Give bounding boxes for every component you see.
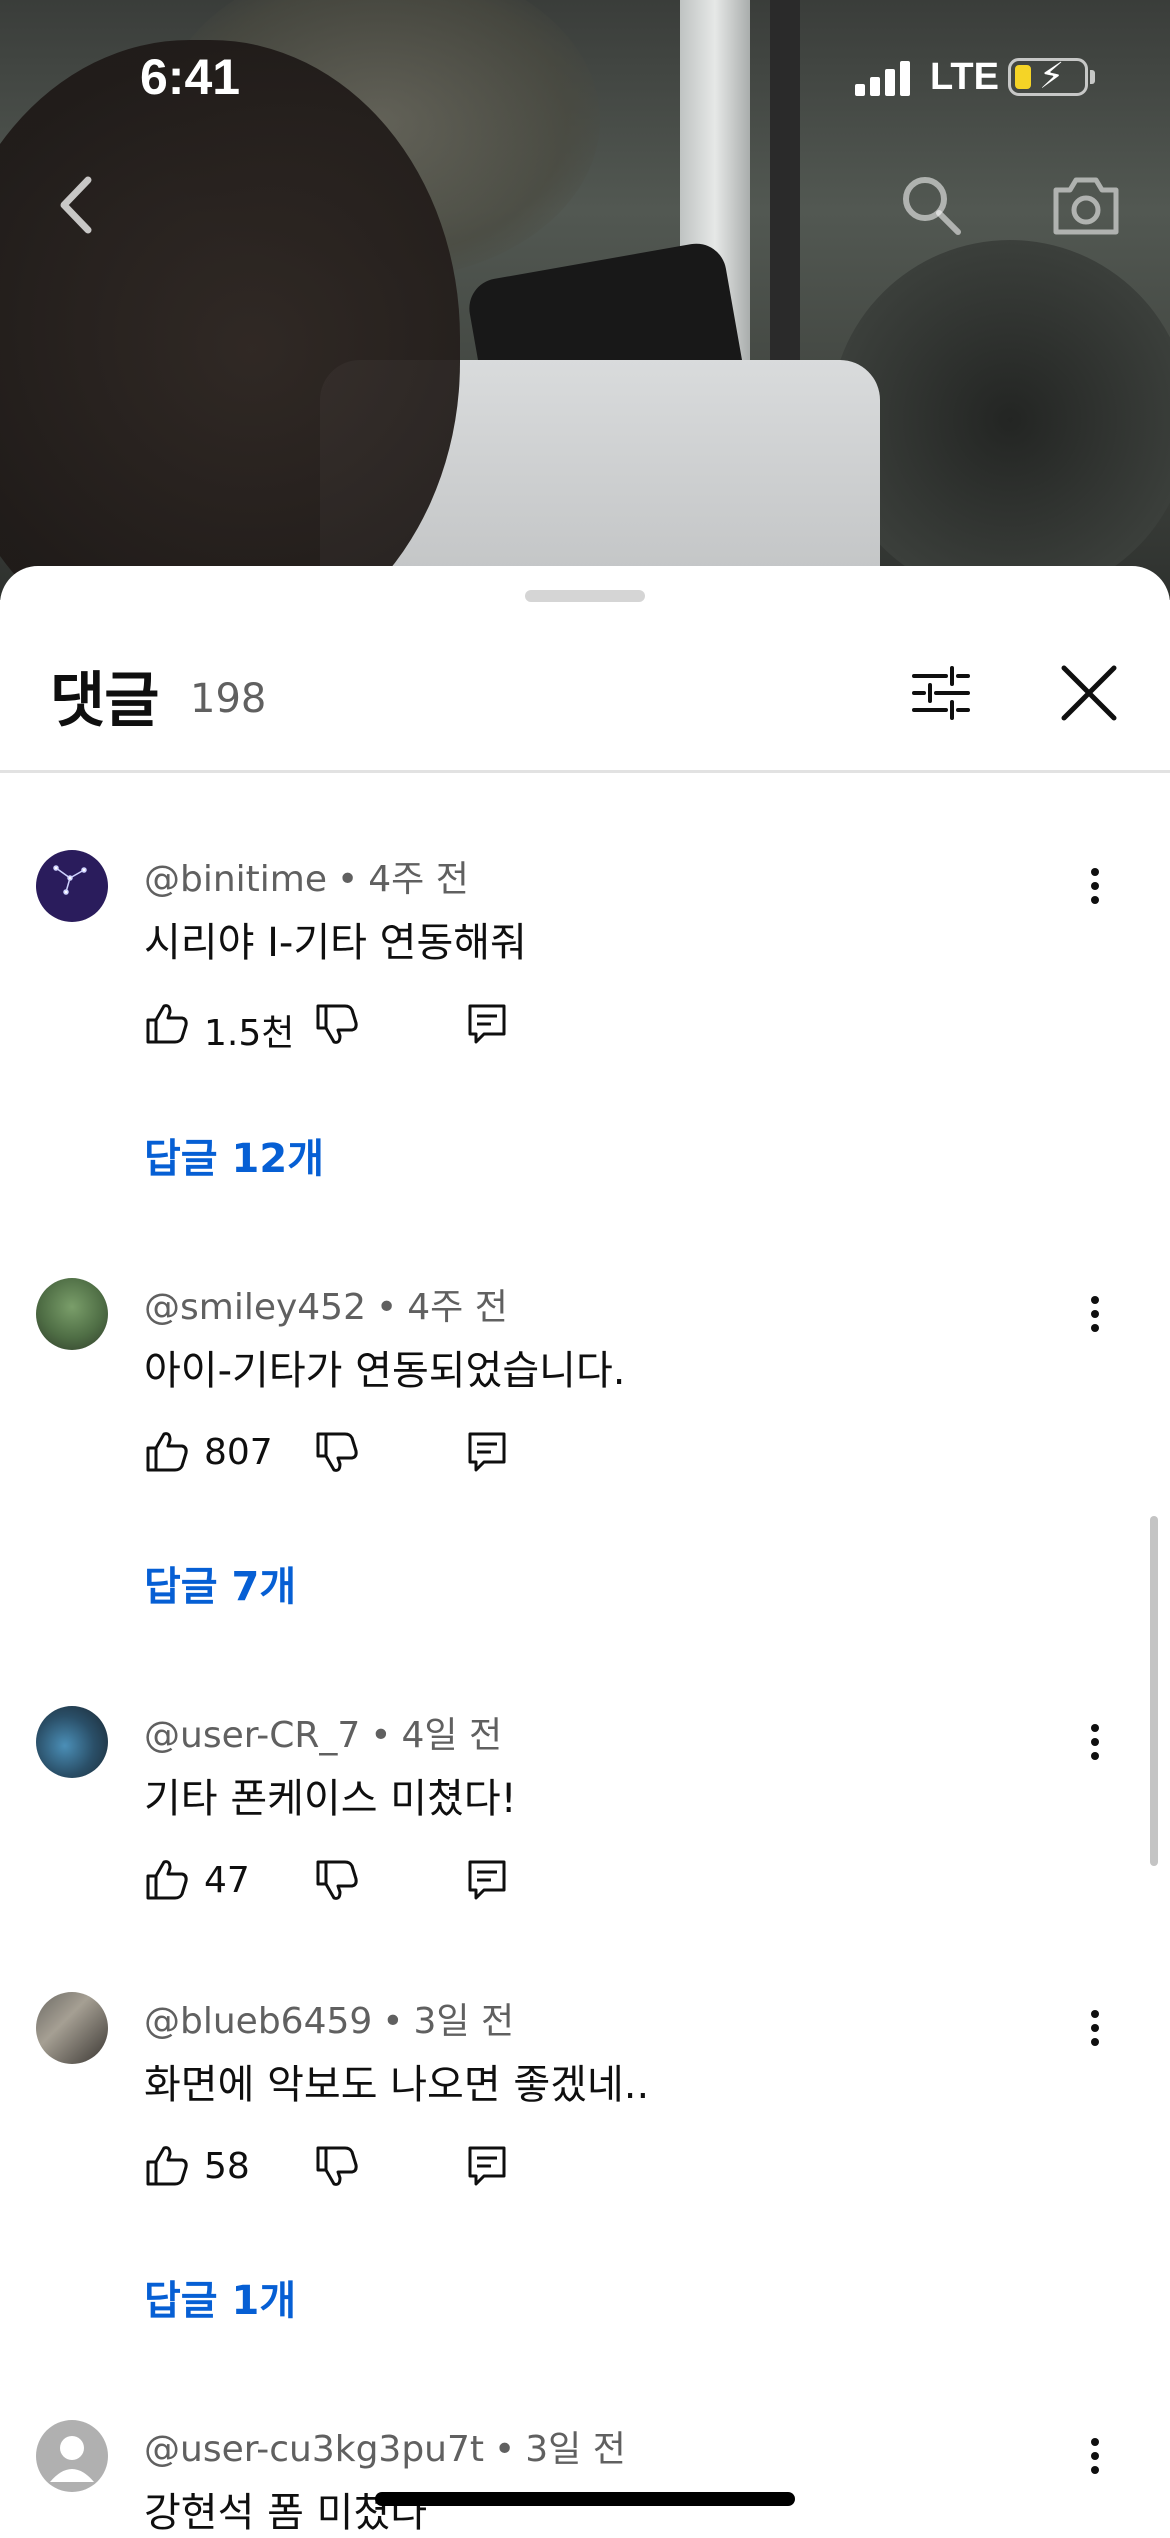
- avatar[interactable]: [36, 850, 108, 922]
- comment-time: 4주 전: [407, 1287, 508, 1328]
- comment-author[interactable]: @user-CR_7: [144, 1715, 360, 1756]
- close-icon: [1061, 665, 1117, 721]
- search-button[interactable]: [898, 172, 964, 238]
- comment-text: 시리야 I-기타 연동해줘: [144, 920, 527, 966]
- comment-meta: @blueb6459 • 3일 전: [144, 2001, 515, 2042]
- comment-text: 강현석 폼 미쳤다: [144, 2490, 428, 2536]
- comment-time: 4주 전: [368, 859, 469, 900]
- comment-actions: 1.5천: [144, 1000, 744, 1060]
- back-button[interactable]: [50, 170, 110, 240]
- comment-author[interactable]: @blueb6459: [144, 2001, 372, 2042]
- view-replies-link[interactable]: 답글 7개: [144, 1554, 296, 1612]
- comment-author[interactable]: @smiley452: [144, 1287, 366, 1328]
- reply-icon[interactable]: [464, 1856, 510, 1902]
- comment-actions: 58: [144, 2142, 744, 2202]
- avatar[interactable]: [36, 1992, 108, 2064]
- like-count: 47: [204, 1860, 250, 1901]
- network-label: LTE: [930, 56, 999, 98]
- battery-icon: ⚡: [1008, 57, 1088, 97]
- thumbs-down-icon[interactable]: [314, 2144, 360, 2190]
- thumbs-down-icon[interactable]: [314, 1430, 360, 1476]
- comment-meta: @user-cu3kg3pu7t • 3일 전: [144, 2429, 626, 2470]
- video-frame-detail: [830, 240, 1170, 600]
- thumbs-down-icon[interactable]: [314, 1858, 360, 1904]
- avatar[interactable]: [36, 1706, 108, 1778]
- search-icon: [903, 177, 961, 235]
- avatar[interactable]: [36, 1278, 108, 1350]
- thumbs-up-icon[interactable]: [144, 2142, 190, 2188]
- status-time: 6:41: [140, 49, 241, 105]
- constellation-icon: [53, 865, 87, 895]
- status-bar: 6:41 LTE ⚡: [0, 0, 1170, 150]
- like-count: 1.5천: [204, 1013, 295, 1054]
- default-user-icon: [50, 2436, 94, 2482]
- more-button[interactable]: [1080, 862, 1110, 922]
- signal-icon: [855, 60, 911, 96]
- comment-time: 3일 전: [525, 2429, 626, 2470]
- comment-time: 4일 전: [401, 1715, 503, 1756]
- home-indicator[interactable]: [375, 2492, 795, 2506]
- like-count: 58: [204, 2146, 250, 2187]
- camera-icon: [1053, 177, 1119, 235]
- filter-button[interactable]: [906, 658, 976, 728]
- thumbs-up-icon[interactable]: [144, 1428, 190, 1474]
- more-button[interactable]: [1080, 1290, 1110, 1350]
- comment-actions: 47: [144, 1856, 744, 1916]
- sheet-drag-handle[interactable]: [525, 590, 645, 602]
- comment-text: 화면에 악보도 나오면 좋겠네..: [144, 2062, 650, 2108]
- more-button[interactable]: [1080, 2004, 1110, 2064]
- comment-meta: @binitime • 4주 전: [144, 859, 469, 900]
- view-replies-link[interactable]: 답글 1개: [144, 2268, 296, 2326]
- sliders-icon: [912, 666, 970, 720]
- more-button[interactable]: [1080, 1718, 1110, 1778]
- comment-author[interactable]: @user-cu3kg3pu7t: [144, 2429, 484, 2470]
- scrollbar[interactable]: [1150, 1516, 1158, 1866]
- comment-text: 아이-기타가 연동되었습니다.: [144, 1348, 626, 1394]
- thumbs-down-icon[interactable]: [314, 1002, 360, 1048]
- reply-icon[interactable]: [464, 1428, 510, 1474]
- comment-text: 기타 폰케이스 미쳤다!: [144, 1776, 517, 1822]
- battery-tip: [1090, 70, 1095, 84]
- avatar[interactable]: [36, 2420, 108, 2492]
- comment-meta: @user-CR_7 • 4일 전: [144, 1715, 503, 1756]
- chevron-left-icon: [60, 176, 92, 234]
- thumbs-up-icon[interactable]: [144, 1000, 190, 1046]
- camera-button[interactable]: [1050, 172, 1122, 238]
- comment-meta: @smiley452 • 4주 전: [144, 1287, 508, 1328]
- view-replies-link[interactable]: 답글 12개: [144, 1126, 324, 1184]
- reply-icon[interactable]: [464, 1000, 510, 1046]
- header-divider: [0, 770, 1170, 773]
- thumbs-up-icon[interactable]: [144, 1856, 190, 1902]
- like-count: 807: [204, 1432, 273, 1473]
- comment-count: 198: [190, 676, 267, 722]
- comment-time: 3일 전: [413, 2001, 515, 2042]
- more-button[interactable]: [1080, 2432, 1110, 2492]
- sheet-title: 댓글: [50, 666, 159, 736]
- reply-icon[interactable]: [464, 2142, 510, 2188]
- close-button[interactable]: [1054, 658, 1124, 728]
- comment-actions: 807: [144, 1428, 744, 1488]
- comment-author[interactable]: @binitime: [144, 859, 327, 900]
